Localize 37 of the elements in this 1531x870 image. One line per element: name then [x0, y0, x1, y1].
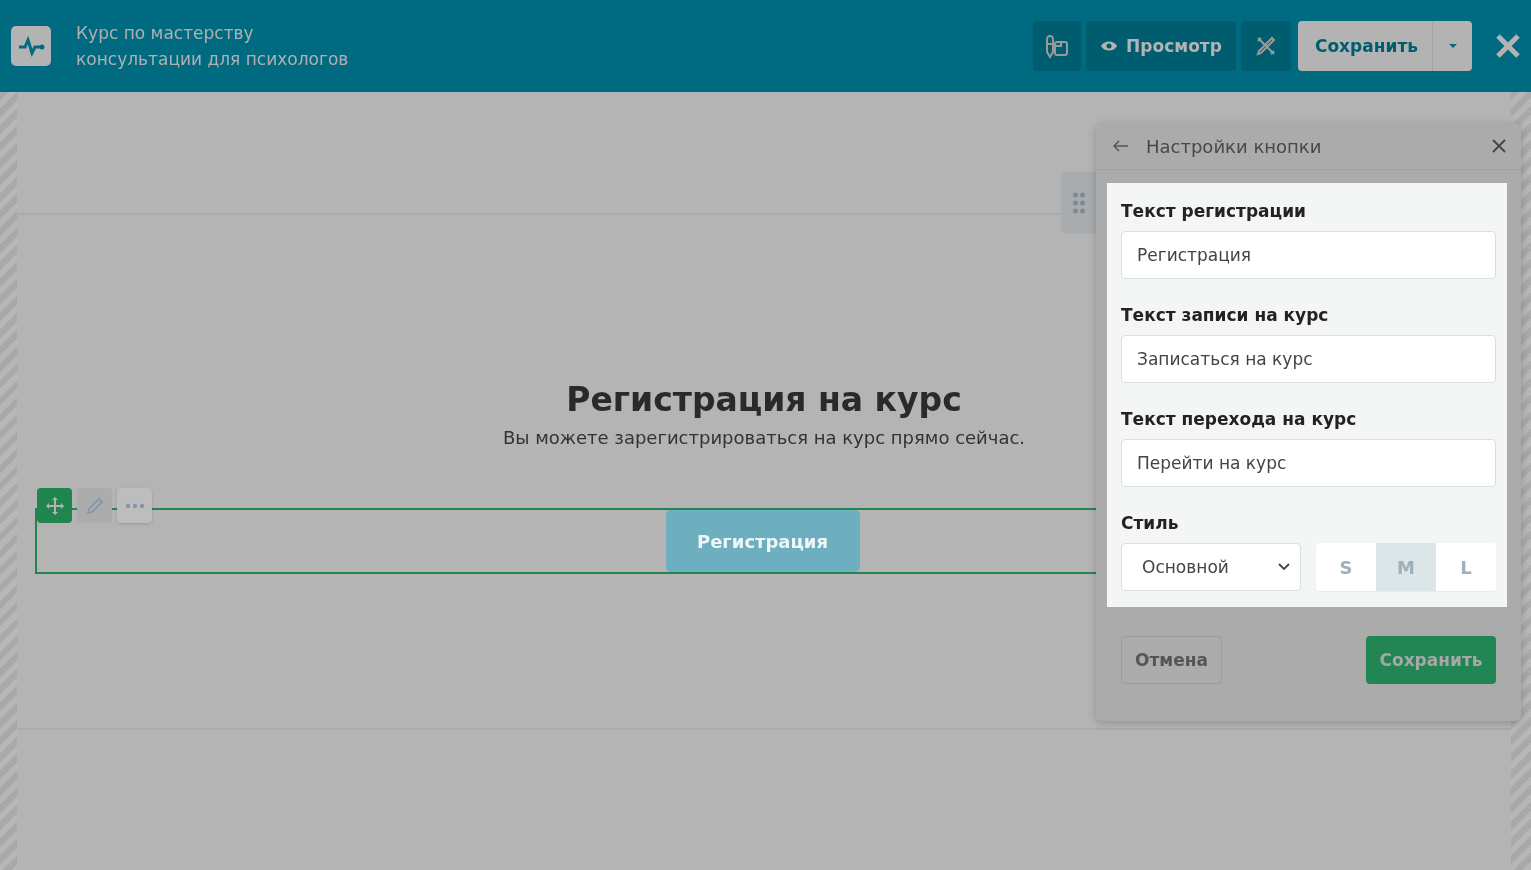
save-button[interactable]: Сохранить	[1366, 636, 1496, 684]
close-icon[interactable]	[1492, 139, 1506, 153]
grip-icon	[1072, 192, 1086, 214]
more-icon	[124, 502, 145, 509]
size-option[interactable]: S	[1316, 543, 1376, 591]
caret-icon	[1447, 43, 1458, 49]
logo-icon	[11, 26, 51, 66]
text-field[interactable]: Перейти на курс	[1121, 439, 1496, 487]
back-arrow-icon[interactable]	[1113, 140, 1129, 152]
panel-title: Настройки кнопки	[1146, 135, 1323, 157]
pencil-icon	[84, 495, 105, 516]
cancel-button[interactable]: Отмена	[1121, 636, 1222, 684]
size-option[interactable]: L	[1436, 543, 1496, 591]
move-icon	[44, 495, 65, 516]
edit-button[interactable]	[77, 488, 112, 523]
field-label: Стиль	[1121, 513, 1180, 533]
text-field[interactable]: Записаться на курс	[1121, 335, 1496, 383]
drag-handle[interactable]	[1061, 172, 1097, 234]
chevron-icon	[1278, 563, 1290, 571]
section-subtitle: Вы можете зарегистрироваться на курс прямо сейчас.	[502, 427, 1026, 448]
move-handle[interactable]	[37, 488, 72, 523]
field-label: Текст перехода на курс	[1121, 409, 1358, 429]
more-button[interactable]	[117, 488, 152, 523]
tools-button[interactable]	[1240, 21, 1291, 71]
eye-icon	[1100, 40, 1119, 52]
design-button[interactable]	[1032, 21, 1081, 71]
section-heading: Регистрация на курс	[566, 380, 962, 419]
style-dropdown[interactable]: Основной	[1121, 543, 1301, 591]
text-field[interactable]: Регистрация	[1121, 231, 1496, 279]
field-label: Текст записи на курс	[1121, 305, 1330, 325]
course-title: Курс по мастерству	[76, 22, 255, 45]
field-label: Текст регистрации	[1121, 201, 1307, 221]
registration-button[interactable]: Регистрация	[665, 510, 860, 572]
preview-button[interactable]: Просмотр	[1085, 21, 1236, 71]
close-icon[interactable]	[1495, 33, 1521, 59]
course-title: консультации для психологов	[76, 48, 350, 71]
size-option[interactable]: M	[1376, 543, 1436, 591]
